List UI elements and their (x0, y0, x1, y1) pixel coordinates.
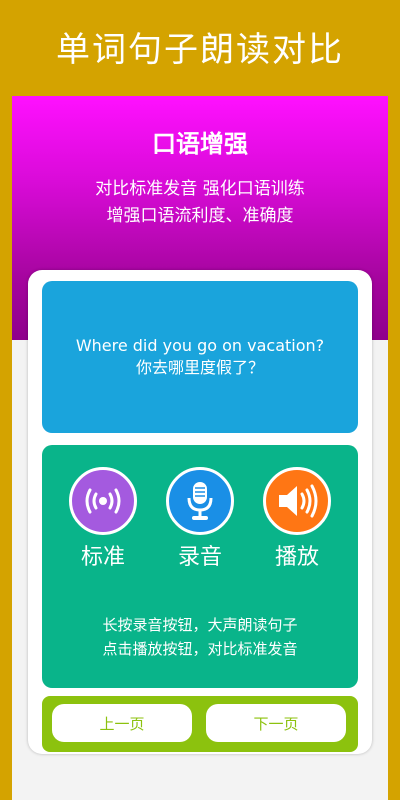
record-label: 录音 (177, 545, 222, 570)
microphone-icon (166, 467, 234, 535)
screen: 口语增强 对比标准发音 强化口语训练 增强口语流利度、准确度 Where did… (12, 96, 388, 800)
banner-subtitle-line1: 对比标准发音 强化口语训练 (95, 179, 305, 199)
record-button[interactable]: 录音 (163, 467, 237, 571)
speaker-icon (263, 467, 331, 535)
navigation-bar: 上一页 下一页 (42, 696, 358, 752)
page-heading: 单词句子朗读对比 (56, 30, 344, 70)
previous-page-button[interactable]: 上一页 (52, 704, 192, 742)
standard-button[interactable]: 标准 (66, 467, 140, 571)
next-page-button[interactable]: 下一页 (206, 704, 346, 742)
instruction-line2: 点击播放按钮，对比标准发音 (102, 640, 298, 658)
banner-title: 口语增强 (152, 130, 248, 158)
broadcast-icon (69, 467, 137, 535)
instruction-line1: 长按录音按钮，大声朗读句子 (102, 616, 298, 634)
standard-label: 标准 (80, 545, 125, 570)
play-label: 播放 (274, 545, 319, 570)
banner-subtitle-line2: 增强口语流利度、准确度 (106, 206, 294, 226)
sentence-english: Where did you go on vacation? (75, 336, 325, 355)
play-button[interactable]: 播放 (260, 467, 334, 571)
sentence-box: Where did you go on vacation? 你去哪里度假了？ (42, 281, 358, 433)
banner-subtitle: 对比标准发音 强化口语训练 增强口语流利度、准确度 (12, 176, 388, 230)
sentence-chinese: 你去哪里度假了？ (135, 358, 264, 377)
control-panel: 标准 录音 播放 长按录音按钮，大声朗读句子 点击播放按钮，对比标准发音 (42, 445, 358, 688)
instruction-text: 长按录音按钮，大声朗读句子 点击播放按钮，对比标准发音 (42, 613, 358, 661)
